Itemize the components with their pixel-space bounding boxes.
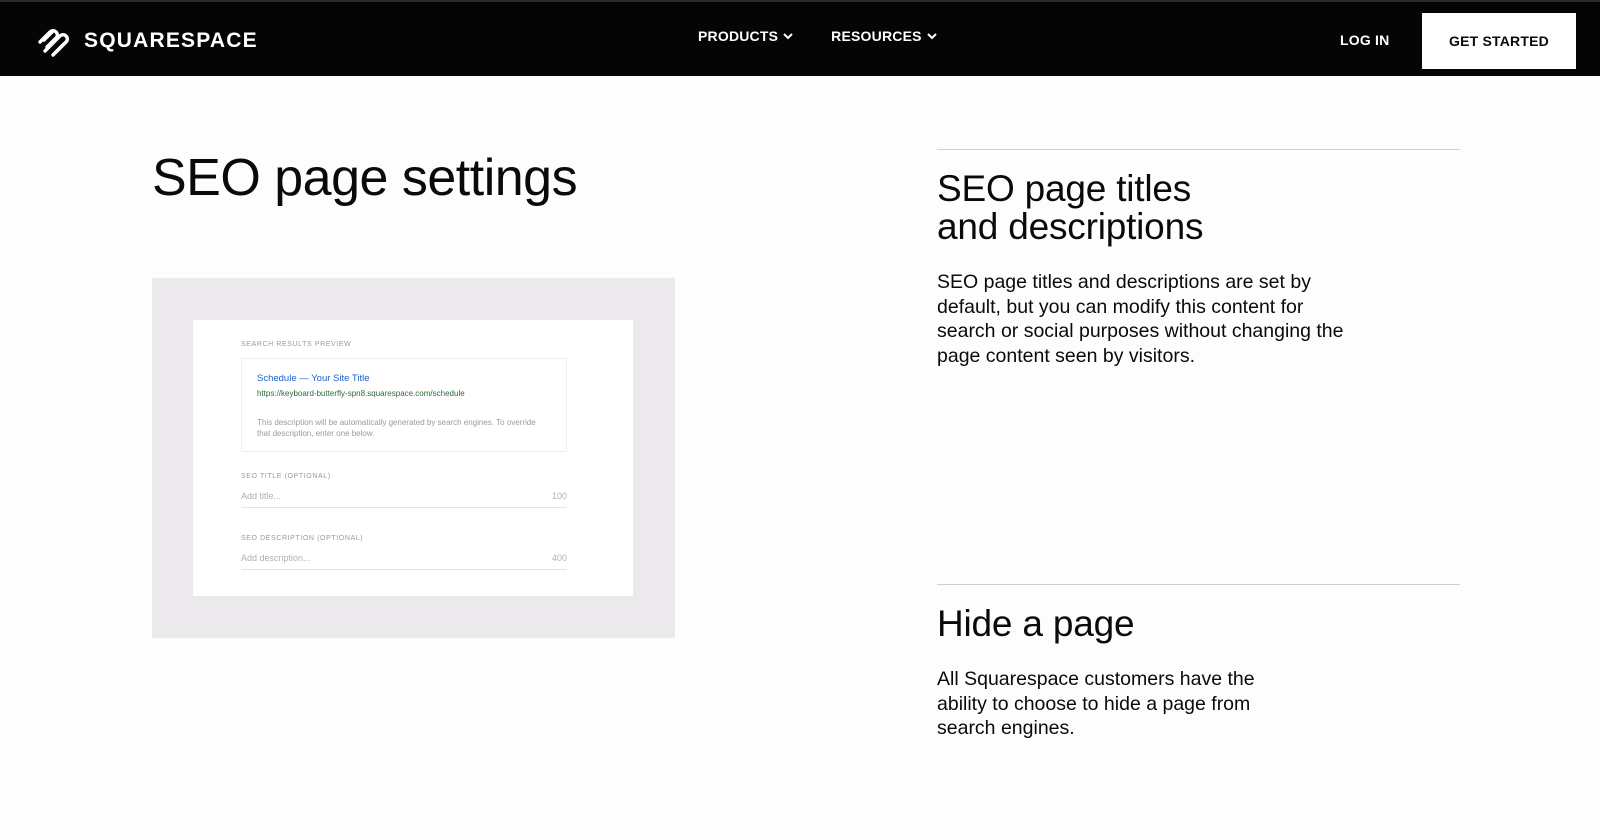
- nav-resources-label: RESOURCES: [831, 28, 922, 44]
- section-hide-page: Hide a page All Squarespace customers ha…: [937, 584, 1460, 741]
- seo-description-placeholder: Add description...: [241, 553, 311, 563]
- page-title: SEO page settings: [152, 149, 578, 207]
- seo-title-char-count: 100: [551, 491, 567, 501]
- top-nav: SQUARESPACE PRODUCTS RESOURCES LOG IN GE…: [0, 0, 1600, 76]
- search-preview-box: Schedule — Your Site Title https://keybo…: [241, 358, 567, 452]
- seo-title-placeholder: Add title...: [241, 491, 282, 501]
- section-heading-line1: Hide a page: [937, 603, 1135, 644]
- section-heading: SEO page titles and descriptions: [937, 170, 1460, 246]
- seo-description-char-count: 400: [551, 553, 567, 563]
- preview-title: Schedule — Your Site Title: [257, 373, 370, 384]
- seo-title-field: Add title... 100: [241, 488, 567, 508]
- chevron-down-icon: [926, 33, 937, 40]
- brand-link[interactable]: SQUARESPACE: [36, 25, 258, 57]
- squarespace-logo-icon: [38, 29, 69, 57]
- section-body: All Squarespace customers have the abili…: [937, 668, 1255, 740]
- seo-settings-card: SEARCH RESULTS PREVIEW Schedule — Your S…: [193, 320, 633, 596]
- nav-products[interactable]: PRODUCTS: [698, 28, 794, 44]
- nav-resources[interactable]: RESOURCES: [831, 28, 937, 44]
- primary-nav: PRODUCTS RESOURCES: [698, 28, 938, 44]
- nav-products-label: PRODUCTS: [698, 28, 779, 44]
- section-heading: Hide a page: [937, 605, 1460, 643]
- get-started-button[interactable]: GET STARTED: [1422, 13, 1576, 69]
- seo-description-field: Add description... 400: [241, 550, 567, 570]
- preview-url: https://keyboard-butterfly-spn8.squaresp…: [257, 389, 465, 398]
- login-link[interactable]: LOG IN: [1340, 32, 1389, 48]
- section-heading-line1: SEO page titles: [937, 168, 1192, 209]
- search-results-preview-label: SEARCH RESULTS PREVIEW: [241, 341, 352, 348]
- section-heading-line2: and descriptions: [937, 206, 1204, 247]
- section-body: SEO page titles and descriptions are set…: [937, 271, 1344, 367]
- preview-description: This description will be automatically g…: [257, 418, 536, 438]
- chevron-down-icon: [783, 33, 793, 40]
- brand-name: SQUARESPACE: [84, 29, 258, 52]
- seo-title-label: SEO TITLE (OPTIONAL): [241, 473, 331, 480]
- section-seo-titles: SEO page titles and descriptions SEO pag…: [937, 149, 1460, 368]
- seo-settings-screenshot: SEARCH RESULTS PREVIEW Schedule — Your S…: [152, 278, 675, 638]
- seo-description-label: SEO DESCRIPTION (OPTIONAL): [241, 535, 364, 542]
